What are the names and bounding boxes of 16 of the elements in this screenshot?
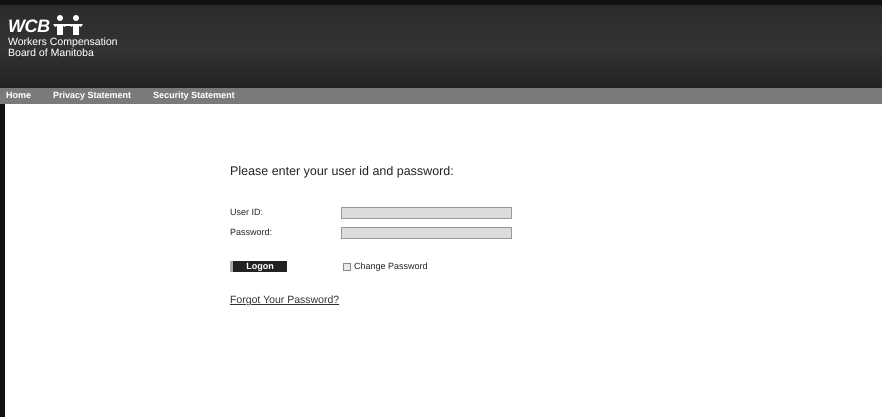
logon-button[interactable]: Logon — [230, 261, 287, 272]
login-heading: Please enter your user id and password: — [230, 163, 455, 180]
nav-link[interactable]: Security Statement — [153, 89, 235, 103]
nav-link[interactable]: Home — [6, 89, 32, 103]
forgot-password-link[interactable]: Forgot Your Password? — [230, 293, 340, 309]
checkbox-label: Change Password — [354, 260, 428, 273]
input-field[interactable] — [341, 227, 512, 239]
field-label: Password: — [230, 226, 274, 240]
people-logo-icon — [50, 15, 85, 35]
field-label: User ID: — [230, 206, 264, 219]
organization-name: Workers Compensation — [8, 37, 119, 48]
nav-link[interactable]: Privacy Statement — [53, 89, 132, 103]
organization-name: Board of Manitoba — [8, 48, 94, 59]
logo-text: WCB — [8, 17, 50, 35]
input-field[interactable] — [341, 206, 512, 218]
checkbox[interactable] — [343, 262, 351, 270]
